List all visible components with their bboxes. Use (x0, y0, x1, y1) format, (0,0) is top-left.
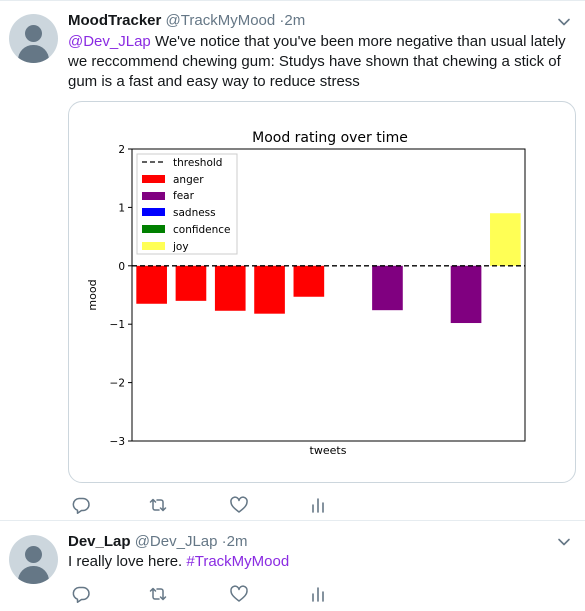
bar-fear-7 (372, 265, 403, 311)
tweet-body: I really love here. (68, 553, 187, 570)
avatar-body (18, 45, 49, 63)
chevron-down-icon[interactable] (557, 535, 571, 549)
user-handle[interactable]: @Dev_JLap (135, 533, 218, 550)
bar-fear-9 (450, 265, 482, 324)
user-handle[interactable]: @TrackMyMood (166, 12, 276, 29)
tweet-dev-lap[interactable]: Dev_Lap @Dev_JLap ·2m I really love here… (0, 521, 585, 611)
bar-joy-10 (490, 213, 521, 266)
display-name[interactable]: Dev_Lap (68, 533, 131, 550)
display-name[interactable]: MoodTracker (68, 12, 161, 29)
heart-icon[interactable] (229, 584, 249, 604)
legend-label-joy: joy (172, 241, 189, 253)
bar-anger-2 (175, 265, 207, 301)
analytics-icon[interactable] (308, 495, 328, 515)
tweet-moodtracker[interactable]: MoodTracker @TrackMyMood ·2m @Dev_JLap W… (0, 1, 585, 521)
avatar-head (25, 546, 42, 563)
legend-anger-swatch (142, 175, 165, 183)
legend-label-confidence: confidence (173, 224, 230, 236)
tweet-header: MoodTracker @TrackMyMood ·2m (68, 11, 305, 30)
avatar-head (25, 25, 42, 42)
reply-icon[interactable] (71, 584, 91, 604)
legend-joy-swatch (142, 242, 165, 250)
y-tick-label: 0 (118, 261, 125, 273)
timestamp[interactable]: 2m (227, 533, 248, 550)
avatar[interactable] (9, 535, 58, 584)
reply-icon[interactable] (71, 495, 91, 515)
tweet-actions (68, 495, 488, 515)
bar-anger-4 (254, 265, 285, 314)
bar-anger-1 (136, 265, 167, 304)
y-tick-label: −1 (110, 319, 125, 331)
timestamp[interactable]: 2m (284, 12, 305, 29)
tweet-actions (68, 584, 488, 604)
chevron-down-icon[interactable] (557, 15, 571, 29)
chart-legend: threshold anger fear sadness confidence … (136, 153, 238, 255)
legend-sadness-swatch (142, 208, 165, 216)
y-tick-label: −2 (110, 378, 125, 390)
avatar[interactable] (9, 14, 58, 63)
bar-anger-3 (214, 265, 246, 311)
y-tick-label: 1 (118, 202, 125, 214)
legend-label-threshold: threshold (173, 157, 222, 169)
y-tick-label: −3 (110, 436, 125, 448)
bar-anger-5 (293, 265, 325, 297)
legend-confidence-swatch (142, 225, 165, 233)
x-axis-label: tweets (310, 444, 347, 457)
y-tick-label: 2 (118, 144, 125, 156)
legend-box (136, 153, 238, 255)
retweet-icon[interactable] (148, 584, 168, 604)
tweet-text: I really love here. #TrackMyMood (68, 552, 574, 572)
avatar-body (18, 566, 49, 584)
mention-link[interactable]: @Dev_JLap (68, 33, 151, 50)
tweet-header: Dev_Lap @Dev_JLap ·2m (68, 532, 248, 551)
hashtag-link[interactable]: #TrackMyMood (186, 553, 289, 570)
y-axis-label: mood (86, 279, 99, 310)
chart-card[interactable]: Mood rating over time 2 1 0 −1 −2 −3 mood twe… (68, 101, 576, 483)
legend-label-sadness: sadness (173, 207, 216, 219)
legend-fear-swatch (142, 192, 165, 200)
tweet-text: @Dev_JLap We've notice that you've been … (68, 32, 574, 92)
legend-label-fear: fear (173, 190, 195, 202)
analytics-icon[interactable] (308, 584, 328, 604)
chart-title: Mood rating over time (252, 130, 408, 146)
mood-chart: Mood rating over time 2 1 0 −1 −2 −3 mood twe… (86, 130, 526, 457)
heart-icon[interactable] (229, 495, 249, 515)
retweet-icon[interactable] (148, 495, 168, 515)
legend-label-anger: anger (173, 174, 204, 186)
